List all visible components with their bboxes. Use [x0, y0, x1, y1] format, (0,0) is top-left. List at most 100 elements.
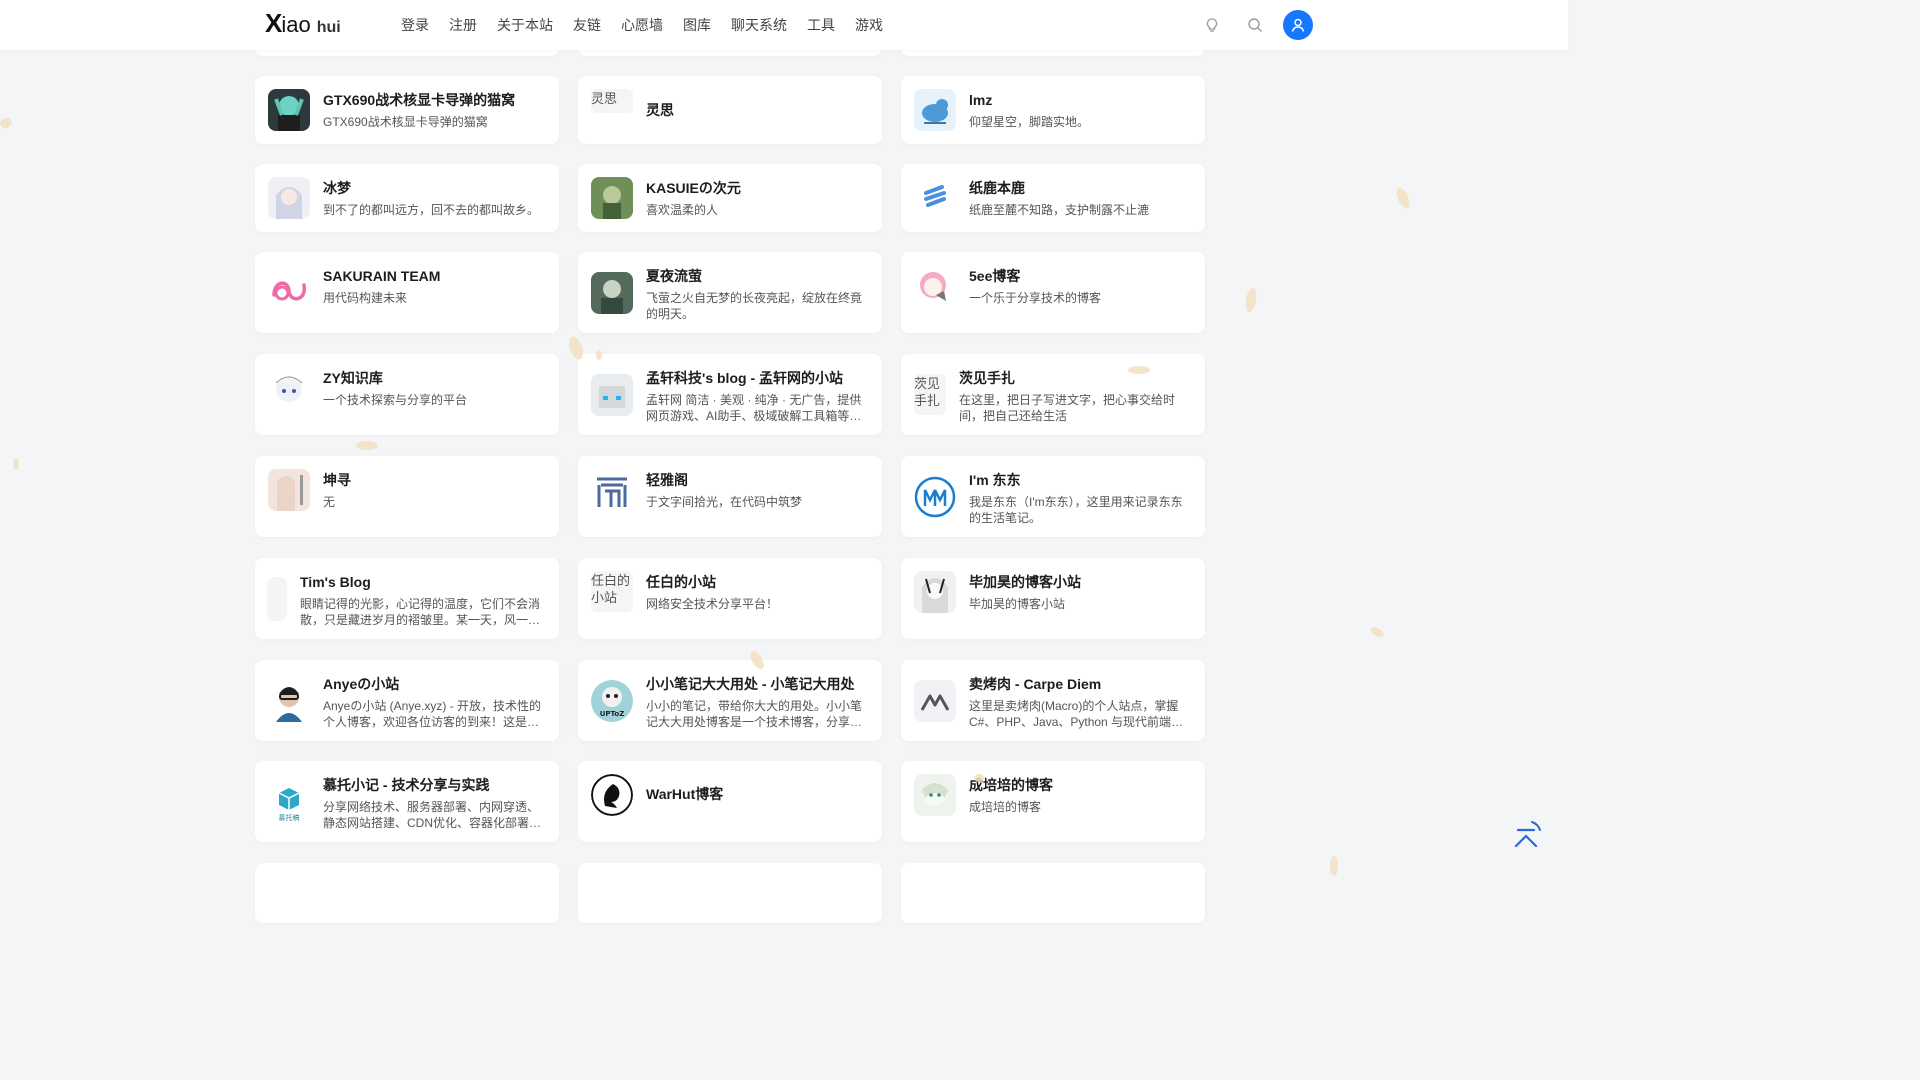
- site-name: 小小笔记大大用处 - 小笔记大用处: [646, 676, 855, 692]
- back-to-top-icon[interactable]: [1510, 818, 1542, 850]
- link-card[interactable]: ZY知识库 一个技术探索与分享的平台: [255, 354, 559, 435]
- nav-login[interactable]: 登录: [401, 15, 429, 35]
- link-card[interactable]: 卖烤肉 - Carpe Diem 这里是卖烤肉(Macro)的个人站点，掌握 C#…: [901, 660, 1205, 741]
- site-desc: 分享网络技术、服务器部署、内网穿透、静态网站搭建、CDN优化、容器化部署等技..…: [323, 800, 541, 830]
- site-avatar: [591, 177, 633, 219]
- petal-decoration: [1330, 856, 1338, 876]
- petal-decoration: [1243, 287, 1259, 313]
- site-name: Tim's Blog: [300, 574, 371, 590]
- site-logo[interactable]: Xiao hui: [265, 8, 341, 42]
- site-avatar: [914, 476, 956, 518]
- link-card[interactable]: SAKURAIN TEAM 用代码构建未来: [255, 252, 559, 333]
- link-card[interactable]: 茨见手扎 茨见手扎 在这里，把日子写进文字，把心事交给时间，把自己还给生活: [901, 354, 1205, 435]
- site-name: 成培培的博客: [969, 777, 1053, 793]
- site-avatar: [268, 89, 310, 131]
- link-card[interactable]: lmz 仰望星空，脚踏实地。: [901, 76, 1205, 144]
- site-name: SAKURAIN TEAM: [323, 268, 441, 284]
- link-card[interactable]: 任白的小站 任白的小站 网络安全技术分享平台！: [578, 558, 882, 639]
- link-card-partial[interactable]: [578, 863, 882, 923]
- site-avatar: [268, 265, 310, 307]
- site-name: Anyeの小站: [323, 676, 400, 692]
- link-card[interactable]: Tim's Blog 眼睛记得的光影，心记得的温度，它们不会消散，只是藏进岁月的褶…: [255, 558, 559, 639]
- avatar-text: 慕托稿: [279, 813, 300, 822]
- link-card[interactable]: Anyeの小站 Anyeの小站 (Anye.xyz) - 开放，技术性的个人博客，…: [255, 660, 559, 741]
- petal-decoration: [1128, 366, 1150, 374]
- site-avatar: [914, 680, 956, 722]
- nav-register[interactable]: 注册: [449, 15, 477, 35]
- link-card[interactable]: 毕加昊的博客小站 毕加昊的博客小站: [901, 558, 1205, 639]
- site-avatar: [914, 571, 956, 613]
- site-avatar: [591, 272, 633, 314]
- link-card[interactable]: 坤寻无: [255, 456, 559, 537]
- site-desc: 于文字间拾光，在代码中筑梦: [646, 495, 803, 509]
- site-avatar: [268, 177, 310, 219]
- link-card[interactable]: 轻雅阁于文字间拾光，在代码中筑梦: [578, 456, 882, 537]
- site-desc: 网络安全技术分享平台！: [646, 597, 779, 611]
- link-card[interactable]: KASUIEの次元 喜欢温柔的人: [578, 164, 882, 232]
- link-card[interactable]: 冰梦 到不了的都叫远方，回不去的都叫故乡。: [255, 164, 559, 232]
- site-avatar: [268, 469, 310, 511]
- link-card[interactable]: I'm 东东我是东东（I'm东东），这里用来记录东东的生活笔记。: [901, 456, 1205, 537]
- site-avatar: 慕托稿: [268, 781, 310, 823]
- site-name: 轻雅阁: [646, 472, 688, 488]
- logo-text: iao: [281, 12, 311, 37]
- nav-wish-wall[interactable]: 心愿墙: [621, 15, 663, 35]
- link-card[interactable]: 纸鹿本鹿 纸鹿至麓不知路，支护制露不止漉: [901, 164, 1205, 232]
- site-avatar: [914, 265, 956, 307]
- nav-friend-links[interactable]: 友链: [573, 15, 601, 35]
- link-card[interactable]: 灵思 灵思: [578, 76, 882, 144]
- link-card[interactable]: WarHut博客: [578, 761, 882, 842]
- site-avatar: [914, 177, 956, 219]
- header-tools: [1184, 10, 1313, 40]
- nav-chat[interactable]: 聊天系统: [731, 15, 787, 35]
- link-card[interactable]: 夏夜流萤飞萤之火自无梦的长夜亮起，绽放在终竟的明天。: [578, 252, 882, 333]
- site-name: lmz: [969, 92, 993, 108]
- site-name: WarHut博客: [646, 786, 724, 802]
- broken-image-alt: 灵思: [591, 89, 633, 113]
- site-name: KASUIEの次元: [646, 180, 741, 196]
- user-icon[interactable]: [1283, 10, 1313, 40]
- site-name: 孟轩科技's blog - 孟轩网的小站: [646, 370, 843, 386]
- link-card-partial[interactable]: [901, 863, 1205, 923]
- broken-image-alt: 任白的小站: [591, 571, 633, 612]
- site-name: 坤寻: [323, 472, 351, 488]
- site-avatar: [914, 89, 956, 131]
- nav-games[interactable]: 游戏: [855, 15, 883, 35]
- site-desc: 飞萤之火自无梦的长夜亮起，绽放在终竟的明天。: [646, 291, 863, 321]
- site-avatar: UPToZ: [591, 680, 633, 722]
- site-name: 冰梦: [323, 180, 351, 196]
- site-desc: 在这里，把日子写进文字，把心事交给时间，把自己还给生活: [959, 393, 1176, 423]
- link-card[interactable]: 慕托稿 慕托小记 - 技术分享与实践分享网络技术、服务器部署、内网穿透、静态网站…: [255, 761, 559, 842]
- link-card[interactable]: 孟轩科技's blog - 孟轩网的小站孟轩网 简洁 · 美观 · 纯净 · 无…: [578, 354, 882, 435]
- site-desc: 我是东东（I'm东东），这里用来记录东东的生活笔记。: [969, 495, 1183, 525]
- site-desc: Anyeの小站 (Anye.xyz) - 开放，技术性的个人博客，欢迎各位访客的…: [323, 699, 542, 729]
- site-desc: 毕加昊的博客小站: [969, 597, 1066, 611]
- site-name: 慕托小记 - 技术分享与实践: [323, 777, 490, 793]
- site-desc: GTX690战术核显卡导弹的猫窝: [323, 115, 488, 129]
- nav-gallery[interactable]: 图库: [683, 15, 711, 35]
- lightbulb-icon[interactable]: [1197, 10, 1227, 40]
- nav-tools[interactable]: 工具: [807, 15, 835, 35]
- link-card[interactable]: 成培培的博客 成培培的博客: [901, 761, 1205, 842]
- link-card[interactable]: GTX690战术核显卡导弹的猫窝 GTX690战术核显卡导弹的猫窝: [255, 76, 559, 144]
- avatar-text: UPToZ: [600, 710, 625, 718]
- nav-about[interactable]: 关于本站: [497, 15, 553, 35]
- site-desc: 孟轩网 简洁 · 美观 · 纯净 · 无广告，提供网页游戏、AI助手、极域破解工…: [646, 393, 862, 423]
- site-desc: 一个技术探索与分享的平台: [323, 393, 468, 407]
- petal-decoration: [0, 116, 14, 130]
- friend-links-grid: GTX690战术核显卡导弹的猫窝 GTX690战术核显卡导弹的猫窝 灵思 灵思 l…: [255, 0, 1206, 923]
- link-card[interactable]: UPToZ 小小笔记大大用处 - 小笔记大用处 小小的笔记，带给你大大的用处。小小…: [578, 660, 882, 741]
- search-icon[interactable]: [1240, 10, 1270, 40]
- main-nav: 登录 注册 关于本站 友链 心愿墙 图库 聊天系统 工具 游戏: [401, 0, 903, 50]
- site-name: GTX690战术核显卡导弹的猫窝: [323, 92, 516, 108]
- site-desc: 一个乐于分享技术的博客: [969, 291, 1102, 305]
- link-card-partial[interactable]: [255, 863, 559, 923]
- site-name: 卖烤肉 - Carpe Diem: [969, 676, 1102, 692]
- link-card[interactable]: 5ee博客 一个乐于分享技术的博客: [901, 252, 1205, 333]
- site-name: I'm 东东: [969, 472, 1021, 488]
- petal-decoration: [596, 350, 602, 360]
- site-avatar: [267, 577, 287, 621]
- petal-decoration: [1393, 185, 1413, 211]
- site-name: 夏夜流萤: [646, 268, 702, 284]
- site-desc: 喜欢温柔的人: [646, 203, 719, 217]
